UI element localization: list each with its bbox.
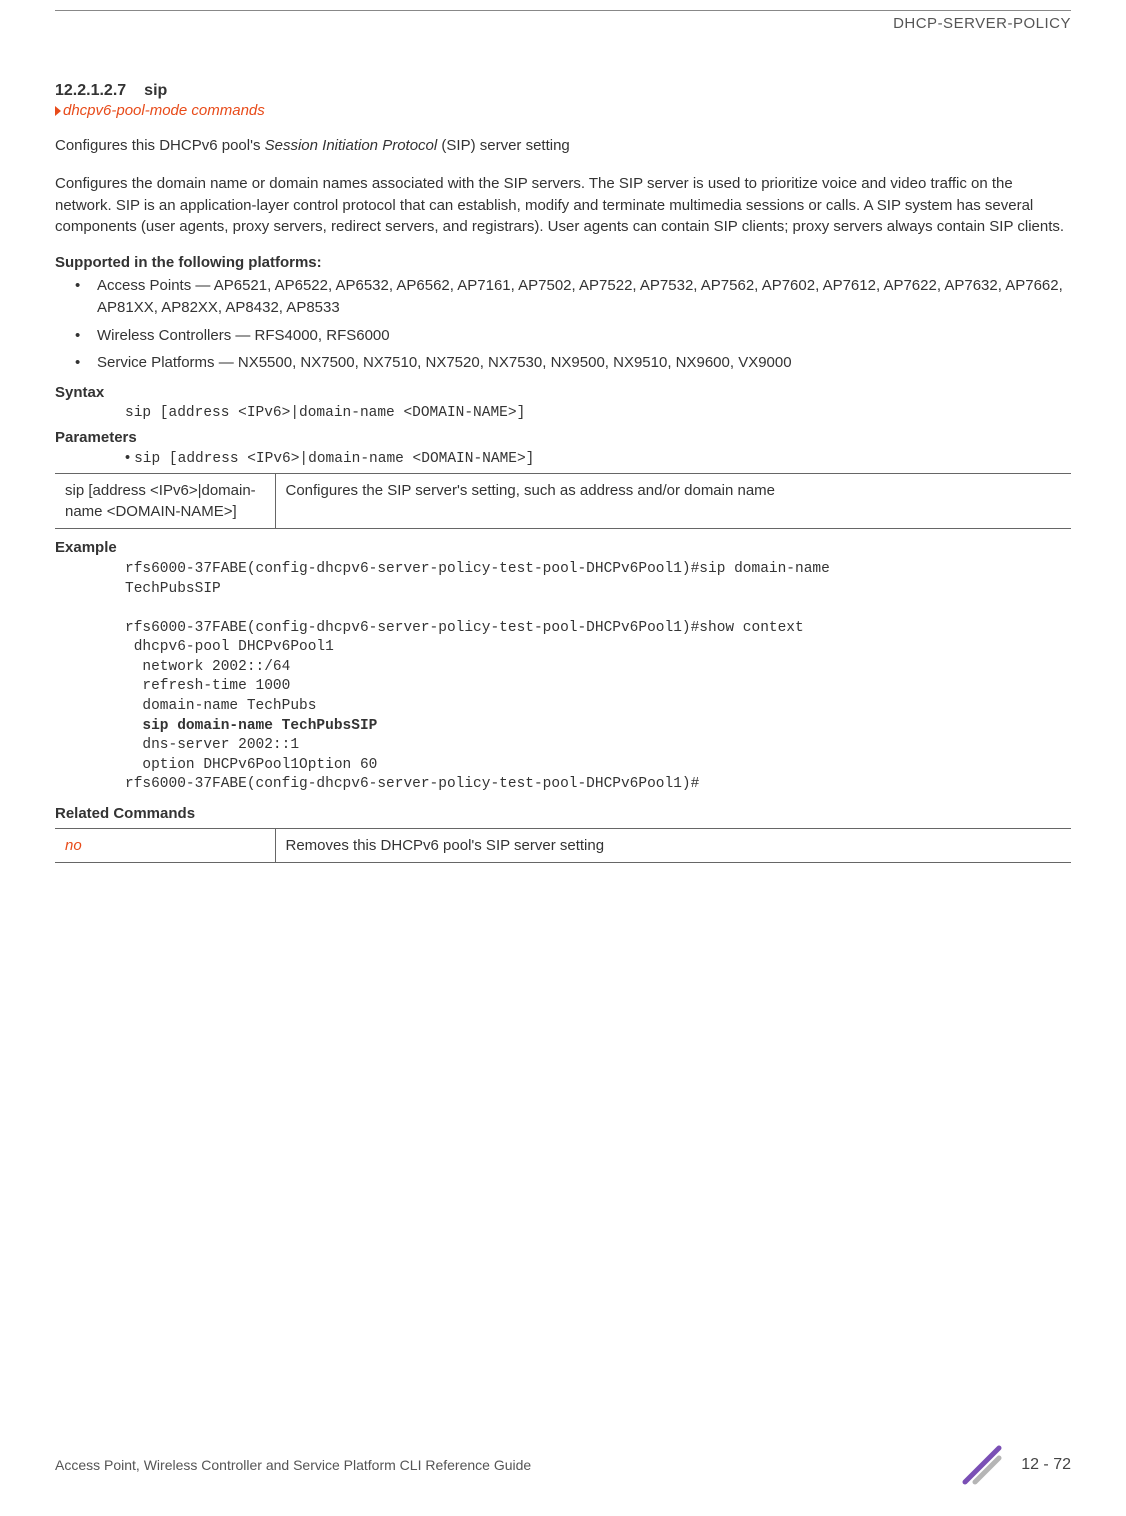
parameters-table: sip [address <IPv6>|domain-name <DOMAIN-…: [55, 473, 1071, 529]
play-arrow-icon: [55, 106, 61, 116]
syntax-line: sip [address <IPv6>|domain-name <DOMAIN-…: [125, 405, 1071, 421]
code-line: rfs6000-37FABE(config-dhcpv6-server-poli…: [125, 620, 804, 636]
section-number: 12.2.1.2.7: [55, 82, 126, 99]
page-number: 12 - 72: [1021, 1456, 1071, 1474]
example-heading: Example: [55, 539, 1071, 556]
parameters-bullet: sip [address <IPv6>|domain-name <DOMAIN-…: [125, 450, 1071, 467]
code-line: rfs6000-37FABE(config-dhcpv6-server-poli…: [125, 561, 830, 577]
code-line: rfs6000-37FABE(config-dhcpv6-server-poli…: [125, 776, 699, 792]
code-line: refresh-time 1000: [125, 678, 290, 694]
list-item: Access Points — AP6521, AP6522, AP6532, …: [97, 275, 1071, 319]
code-line: dns-server 2002::1: [125, 737, 299, 753]
breadcrumb-link[interactable]: dhcpv6-pool-mode commands: [55, 102, 1071, 119]
table-row: no Removes this DHCPv6 pool's SIP server…: [55, 828, 1071, 862]
parameters-heading: Parameters: [55, 429, 1071, 446]
related-name-cell[interactable]: no: [55, 828, 275, 862]
code-line: dhcpv6-pool DHCPv6Pool1: [125, 639, 334, 655]
footer-text: Access Point, Wireless Controller and Se…: [55, 1457, 531, 1473]
header-rule: [55, 10, 1071, 11]
intro-text-italic: Session Initiation Protocol: [265, 137, 438, 154]
platforms-list: Access Points — AP6521, AP6522, AP6532, …: [55, 275, 1071, 374]
code-line: TechPubsSIP: [125, 581, 221, 597]
code-line: domain-name TechPubs: [125, 698, 316, 714]
param-name-cell: sip [address <IPv6>|domain-name <DOMAIN-…: [55, 474, 275, 529]
intro-paragraph-1: Configures this DHCPv6 pool's Session In…: [55, 135, 1071, 157]
list-item: Service Platforms — NX5500, NX7500, NX75…: [97, 352, 1071, 374]
section-title: sip: [144, 82, 167, 99]
page-footer: Access Point, Wireless Controller and Se…: [0, 1444, 1126, 1486]
related-desc-cell: Removes this DHCPv6 pool's SIP server se…: [275, 828, 1071, 862]
list-item: Wireless Controllers — RFS4000, RFS6000: [97, 325, 1071, 347]
breadcrumb-text: dhcpv6-pool-mode commands: [63, 102, 265, 119]
intro-paragraph-2: Configures the domain name or domain nam…: [55, 173, 1071, 238]
intro-text-b: (SIP) server setting: [437, 137, 570, 154]
related-table: no Removes this DHCPv6 pool's SIP server…: [55, 828, 1071, 863]
related-heading: Related Commands: [55, 805, 1071, 822]
brand-logo-icon: [961, 1444, 1003, 1486]
syntax-heading: Syntax: [55, 384, 1071, 401]
section-heading: 12.2.1.2.7 sip: [55, 82, 1071, 100]
table-row: sip [address <IPv6>|domain-name <DOMAIN-…: [55, 474, 1071, 529]
code-line: option DHCPv6Pool1Option 60: [125, 757, 377, 773]
code-line: network 2002::/64: [125, 659, 290, 675]
header-chapter: DHCP-SERVER-POLICY: [55, 15, 1071, 32]
platforms-heading: Supported in the following platforms:: [55, 254, 1071, 271]
intro-text-a: Configures this DHCPv6 pool's: [55, 137, 265, 154]
no-link[interactable]: no: [65, 837, 82, 854]
param-desc-cell: Configures the SIP server's setting, suc…: [275, 474, 1071, 529]
code-line-bold: sip domain-name TechPubsSIP: [125, 718, 377, 734]
example-code: rfs6000-37FABE(config-dhcpv6-server-poli…: [125, 560, 1071, 795]
